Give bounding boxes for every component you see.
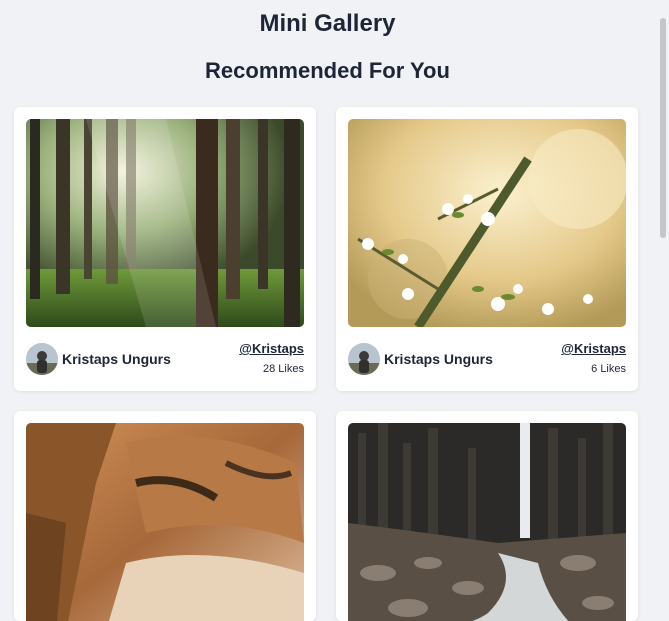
author-name: Kristaps Ungurs xyxy=(62,351,171,367)
author-handle-link[interactable]: @Kristaps xyxy=(561,341,626,356)
avatar[interactable] xyxy=(348,343,380,375)
forest-photo[interactable] xyxy=(26,119,304,327)
author-handle-link[interactable]: @Kristaps xyxy=(239,341,304,356)
gallery-card[interactable] xyxy=(14,411,316,621)
blossom-photo[interactable] xyxy=(348,119,626,327)
avatar[interactable] xyxy=(26,343,58,375)
likes-count: 28 Likes xyxy=(263,363,304,375)
scrollbar-thumb[interactable] xyxy=(660,18,666,238)
page-title: Mini Gallery xyxy=(259,10,396,37)
waterfall-photo[interactable] xyxy=(348,423,626,621)
likes-count: 6 Likes xyxy=(591,363,626,375)
gallery-card[interactable]: Kristaps Ungurs @Kristaps 28 Likes xyxy=(14,107,316,391)
cave-photo[interactable] xyxy=(26,423,304,621)
gallery-card[interactable] xyxy=(336,411,638,621)
author-name: Kristaps Ungurs xyxy=(384,351,493,367)
scrollbar[interactable] xyxy=(655,0,669,609)
section-title: Recommended For You xyxy=(205,58,450,83)
gallery-card[interactable]: Kristaps Ungurs @Kristaps 6 Likes xyxy=(336,107,638,391)
